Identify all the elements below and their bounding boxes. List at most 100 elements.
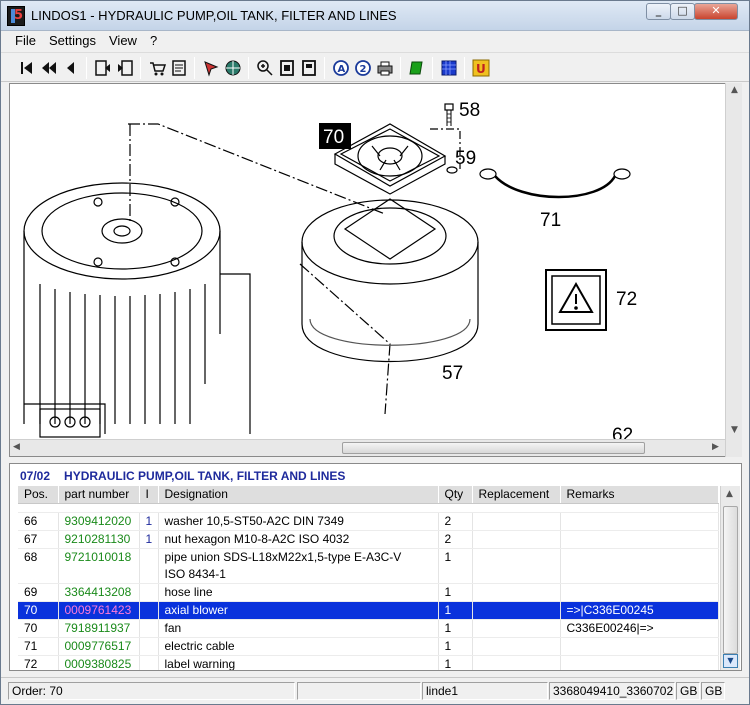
cell-qty: 1 — [438, 619, 473, 638]
section-header: 07/02 HYDRAULIC PUMP,OIL TANK, FILTER AND… — [20, 469, 345, 483]
cell-qty: 1 — [438, 601, 473, 620]
table-row[interactable]: 66 9309412020 1 washer 10,5-ST50-A2C DIN 73… — [18, 512, 719, 531]
cell-indicator — [139, 637, 159, 656]
bookmark-back-icon[interactable] — [93, 58, 113, 78]
parts-vertical-scrollbar[interactable]: ▲ ▼ — [720, 486, 740, 670]
scroll-up-icon[interactable]: ▲ — [731, 85, 738, 95]
table-row[interactable]: 69 3364413208 hose line 1 — [18, 583, 719, 602]
close-button[interactable]: ✕ — [694, 3, 738, 20]
column-header-qty[interactable]: Qty — [438, 486, 473, 504]
print-icon[interactable] — [375, 58, 395, 78]
cell-indicator — [139, 583, 159, 602]
cell-indicator: 1 — [139, 530, 159, 549]
column-header-part-number[interactable]: part number — [58, 486, 140, 504]
cell-indicator — [139, 655, 159, 670]
page-fit-icon[interactable] — [299, 58, 319, 78]
cell-pos: 71 — [18, 637, 59, 656]
scroll-down-icon[interactable]: ▼ — [731, 425, 738, 435]
title-bar[interactable]: LINDOS1 - HYDRAULIC PUMP,OIL TANK, FILTE… — [1, 1, 749, 31]
green-book-icon[interactable] — [407, 58, 427, 78]
toolbar-separator — [400, 57, 401, 79]
column-header-indicator[interactable]: I — [139, 486, 159, 504]
cell-pos: 70 — [18, 619, 59, 638]
cell-part-number: 3364413208 — [58, 583, 140, 602]
zoom-in-icon[interactable] — [255, 58, 275, 78]
cell-indicator — [139, 601, 159, 620]
u-icon[interactable]: U — [471, 58, 491, 78]
cell-replacement — [472, 655, 561, 670]
parts-scroll-down-icon[interactable]: ▼ — [723, 654, 738, 668]
previous-icon[interactable] — [61, 58, 81, 78]
section-title: HYDRAULIC PUMP,OIL TANK, FILTER AND LINE… — [64, 469, 346, 483]
callout-57[interactable]: 57 — [442, 363, 463, 384]
column-header-designation[interactable]: Designation — [158, 486, 439, 504]
menu-view[interactable]: View — [109, 33, 137, 48]
cell-designation: nut hexagon M10-8-A2C ISO 4032 — [158, 530, 439, 549]
first-icon[interactable] — [17, 58, 37, 78]
cart-icon[interactable] — [147, 58, 167, 78]
column-header-replacement[interactable]: Replacement — [472, 486, 561, 504]
cell-pos: 72 — [18, 655, 59, 670]
cell-part-number: 0009380825 — [58, 655, 140, 670]
app-logo-icon[interactable] — [7, 6, 25, 26]
pointer-icon[interactable] — [201, 58, 221, 78]
cell-designation: axial blower — [158, 601, 439, 620]
window-title: LINDOS1 - HYDRAULIC PUMP,OIL TANK, FILTE… — [31, 8, 397, 23]
partial-row — [18, 503, 719, 513]
globe-icon[interactable] — [223, 58, 243, 78]
table-row[interactable]: 71 0009776517 electric cable 1 — [18, 637, 719, 656]
drawing-horizontal-scrollbar[interactable]: ◀ ▶ — [10, 439, 725, 456]
svg-text:2: 2 — [360, 64, 367, 75]
checklist-icon[interactable] — [169, 58, 189, 78]
page-icon[interactable] — [277, 58, 297, 78]
scroll-left-icon[interactable]: ◀ — [13, 442, 20, 452]
cell-designation: hose line — [158, 583, 439, 602]
cell-replacement — [472, 637, 561, 656]
maximize-button[interactable]: □ — [670, 3, 695, 20]
horizontal-scroll-thumb[interactable] — [342, 442, 645, 454]
scroll-right-icon[interactable]: ▶ — [712, 442, 719, 452]
menu-settings[interactable]: Settings — [49, 33, 96, 48]
table-header-row: Pos. part number I Designation Qty Repla… — [18, 486, 719, 504]
section-code: 07/02 — [20, 469, 51, 483]
table-row[interactable]: 70 0009761423 axial blower 1 =>|C336E00245 — [18, 601, 719, 620]
cell-replacement — [472, 583, 561, 602]
cell-indicator: 1 — [139, 512, 159, 531]
exploded-drawing[interactable]: 70 58 59 71 72 57 62 — [9, 83, 742, 457]
cell-qty: 2 — [438, 530, 473, 549]
cell-qty: 1 — [438, 637, 473, 656]
cell-designation: label warning — [158, 655, 439, 670]
table-row[interactable]: 68 9721010018 pipe union SDS-L18xM22x1,5-t… — [18, 548, 719, 584]
callout-58[interactable]: 58 — [459, 100, 480, 121]
menu-help[interactable]: ? — [150, 33, 157, 48]
toolbar-separator — [464, 57, 465, 79]
table-row[interactable]: 70 7918911937 fan 1 C336E00246|=> — [18, 619, 719, 638]
callout-71[interactable]: 71 — [540, 210, 561, 231]
bookmark-forward-icon[interactable] — [115, 58, 135, 78]
parts-scroll-thumb[interactable] — [723, 506, 738, 654]
column-header-pos[interactable]: Pos. — [18, 486, 59, 504]
previous-page-icon[interactable] — [39, 58, 59, 78]
table-row[interactable]: 67 9210281130 1 nut hexagon M10-8-A2C ISO 4… — [18, 530, 719, 549]
cell-indicator — [139, 619, 159, 638]
blue-grid-icon[interactable] — [439, 58, 459, 78]
menu-file[interactable]: File — [15, 33, 36, 48]
cell-part-number: 0009761423 — [58, 601, 140, 620]
callout-59[interactable]: 59 — [455, 148, 476, 169]
table-row[interactable]: 72 0009380825 label warning 1 — [18, 655, 719, 670]
cell-replacement — [472, 601, 561, 620]
cell-remarks — [560, 637, 719, 656]
toolbar-separator — [432, 57, 433, 79]
cell-replacement — [472, 548, 561, 584]
info-2-icon[interactable]: 2 — [353, 58, 373, 78]
cell-part-number: 9721010018 — [58, 548, 140, 584]
status-user: linde1 — [422, 682, 548, 700]
column-header-remarks[interactable]: Remarks — [560, 486, 719, 504]
callout-72[interactable]: 72 — [616, 289, 637, 310]
cell-remarks — [560, 548, 719, 584]
minimize-button[interactable]: _ — [646, 3, 671, 20]
info-a-icon[interactable]: A — [331, 58, 351, 78]
callout-70[interactable]: 70 — [323, 127, 344, 148]
parts-scroll-up-icon[interactable]: ▲ — [726, 489, 733, 499]
drawing-vertical-scrollbar[interactable]: ▲ ▼ — [725, 83, 742, 457]
